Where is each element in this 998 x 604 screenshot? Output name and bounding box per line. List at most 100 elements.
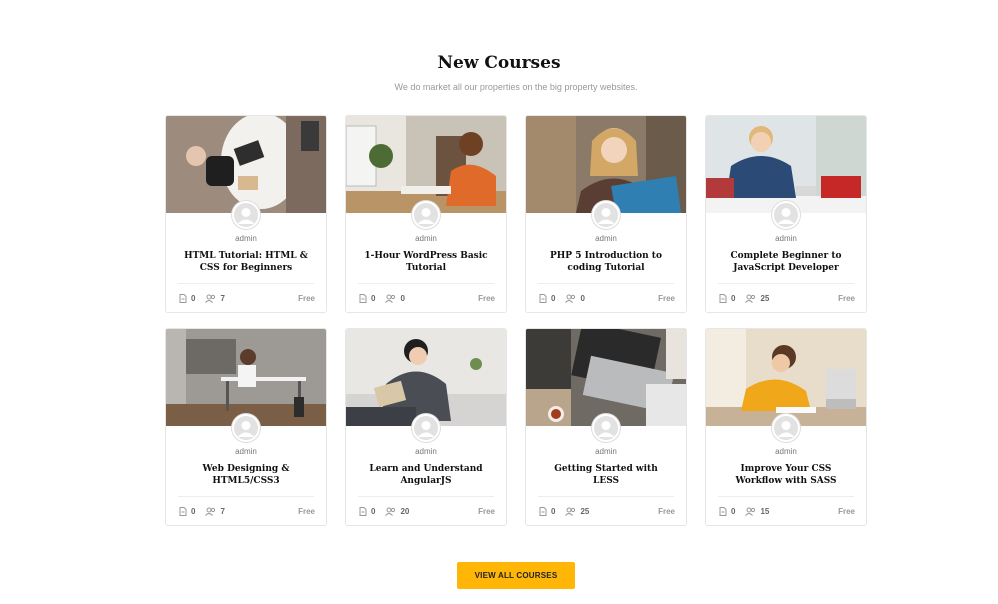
author-name[interactable]: admin — [526, 447, 686, 456]
lessons-count: 0 — [539, 294, 555, 303]
course-price: Free — [478, 507, 495, 516]
author-avatar[interactable] — [592, 201, 620, 229]
students-count: 25 — [565, 507, 589, 516]
author-avatar[interactable] — [772, 414, 800, 442]
course-meta: 0 0 Free — [359, 294, 495, 303]
course-card[interactable]: admin Complete Beginner to JavaScript De… — [705, 115, 867, 313]
course-title[interactable]: Complete Beginner to JavaScript Develope… — [720, 250, 852, 274]
course-title[interactable]: Learn and Understand AngularJS — [360, 463, 492, 487]
course-meta: 0 25 Free — [539, 507, 675, 516]
course-card[interactable]: admin Learn and Understand AngularJS 0 2… — [345, 328, 507, 526]
users-icon — [565, 507, 576, 516]
course-meta: 0 15 Free — [719, 507, 855, 516]
course-card[interactable]: admin 1-Hour WordPress Basic Tutorial 0 … — [345, 115, 507, 313]
course-meta: 0 7 Free — [179, 294, 315, 303]
course-price: Free — [298, 294, 315, 303]
file-icon — [179, 507, 187, 516]
course-card[interactable]: admin PHP 5 Introduction to coding Tutor… — [525, 115, 687, 313]
users-icon — [565, 294, 576, 303]
course-card[interactable]: admin HTML Tutorial: HTML & CSS for Begi… — [165, 115, 327, 313]
author-avatar[interactable] — [592, 414, 620, 442]
course-title[interactable]: 1-Hour WordPress Basic Tutorial — [360, 250, 492, 274]
course-thumbnail[interactable] — [346, 329, 506, 426]
course-meta: 0 20 Free — [359, 507, 495, 516]
author-avatar[interactable] — [232, 201, 260, 229]
course-meta: 0 0 Free — [539, 294, 675, 303]
divider — [718, 283, 854, 284]
course-price: Free — [658, 294, 675, 303]
course-thumbnail[interactable] — [346, 116, 506, 213]
author-avatar[interactable] — [412, 414, 440, 442]
author-avatar[interactable] — [232, 414, 260, 442]
course-thumbnail[interactable] — [166, 329, 326, 426]
lessons-count: 0 — [359, 294, 375, 303]
course-thumbnail[interactable] — [526, 116, 686, 213]
course-title[interactable]: HTML Tutorial: HTML & CSS for Beginners — [180, 250, 312, 274]
users-icon — [385, 507, 396, 516]
students-count: 7 — [205, 294, 225, 303]
students-count: 7 — [205, 507, 225, 516]
lessons-count: 0 — [359, 507, 375, 516]
users-icon — [205, 294, 216, 303]
users-icon — [745, 294, 756, 303]
divider — [358, 283, 494, 284]
file-icon — [719, 294, 727, 303]
students-count: 15 — [745, 507, 769, 516]
lessons-count: 0 — [539, 507, 555, 516]
course-meta: 0 25 Free — [719, 294, 855, 303]
course-title[interactable]: PHP 5 Introduction to coding Tutorial — [540, 250, 672, 274]
students-count: 25 — [745, 294, 769, 303]
file-icon — [359, 294, 367, 303]
course-price: Free — [478, 294, 495, 303]
file-icon — [539, 507, 547, 516]
course-card[interactable]: admin Improve Your CSS Workflow with SAS… — [705, 328, 867, 526]
divider — [178, 496, 314, 497]
course-thumbnail[interactable] — [706, 116, 866, 213]
course-price: Free — [838, 507, 855, 516]
file-icon — [179, 294, 187, 303]
author-name[interactable]: admin — [166, 234, 326, 243]
author-name[interactable]: admin — [706, 447, 866, 456]
users-icon — [205, 507, 216, 516]
divider — [718, 496, 854, 497]
students-count: 0 — [565, 294, 585, 303]
view-all-courses-button[interactable]: VIEW ALL COURSES — [457, 562, 575, 589]
author-name[interactable]: admin — [166, 447, 326, 456]
section-subtitle: We do market all our properties on the b… — [394, 82, 638, 92]
students-count: 0 — [385, 294, 405, 303]
author-name[interactable]: admin — [346, 447, 506, 456]
lessons-count: 0 — [179, 507, 195, 516]
author-name[interactable]: admin — [346, 234, 506, 243]
course-title[interactable]: Improve Your CSS Workflow with SASS — [720, 463, 852, 487]
file-icon — [539, 294, 547, 303]
lessons-count: 0 — [719, 507, 735, 516]
course-thumbnail[interactable] — [526, 329, 686, 426]
course-price: Free — [658, 507, 675, 516]
course-price: Free — [838, 294, 855, 303]
divider — [178, 283, 314, 284]
course-thumbnail[interactable] — [706, 329, 866, 426]
divider — [538, 283, 674, 284]
students-count: 20 — [385, 507, 409, 516]
course-title[interactable]: Getting Started with LESS — [540, 463, 672, 487]
users-icon — [385, 294, 396, 303]
course-price: Free — [298, 507, 315, 516]
author-name[interactable]: admin — [526, 234, 686, 243]
author-name[interactable]: admin — [706, 234, 866, 243]
course-grid: admin HTML Tutorial: HTML & CSS for Begi… — [165, 115, 867, 526]
users-icon — [745, 507, 756, 516]
divider — [358, 496, 494, 497]
course-thumbnail[interactable] — [166, 116, 326, 213]
course-title[interactable]: Web Designing & HTML5/CSS3 — [180, 463, 312, 487]
file-icon — [359, 507, 367, 516]
lessons-count: 0 — [719, 294, 735, 303]
section-title: New Courses — [437, 53, 561, 73]
course-card[interactable]: admin Getting Started with LESS 0 25 Fre… — [525, 328, 687, 526]
divider — [538, 496, 674, 497]
course-card[interactable]: admin Web Designing & HTML5/CSS3 0 7 Fre… — [165, 328, 327, 526]
lessons-count: 0 — [179, 294, 195, 303]
author-avatar[interactable] — [772, 201, 800, 229]
course-meta: 0 7 Free — [179, 507, 315, 516]
file-icon — [719, 507, 727, 516]
author-avatar[interactable] — [412, 201, 440, 229]
